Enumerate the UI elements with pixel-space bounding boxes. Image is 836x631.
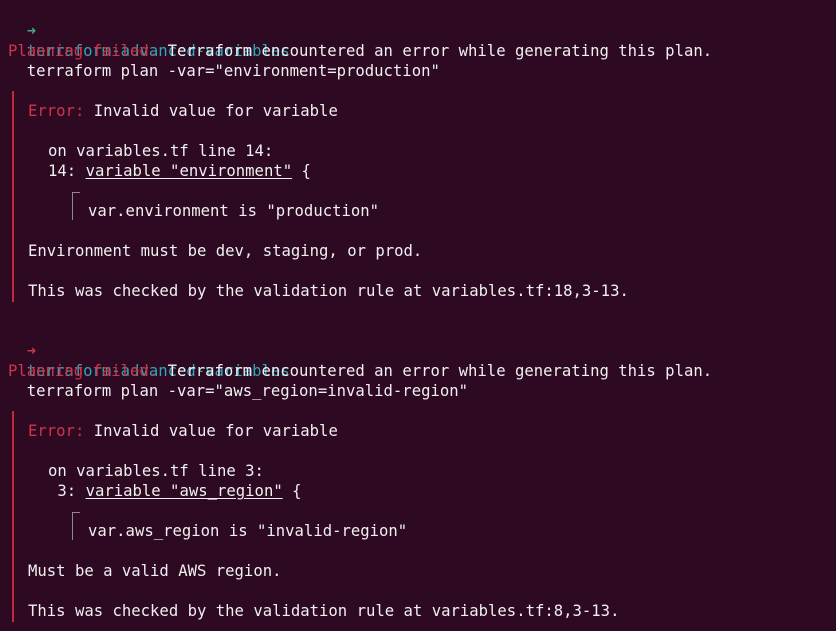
planning-failed-label: Planning failed. <box>8 362 159 380</box>
source-bracket-top <box>72 192 80 193</box>
error-header-2: Error: Invalid value for variable <box>28 421 338 441</box>
checked-rule-2: This was checked by the validation rule … <box>28 602 620 620</box>
validation-message-2: Must be a valid AWS region. <box>28 562 282 580</box>
planning-failed-message: Terraform encountered an error while gen… <box>158 362 713 380</box>
error-summary: Invalid value for variable <box>84 102 338 120</box>
value-line-1: var.environment is "production" <box>88 202 380 220</box>
planning-failed-line-1: Planning failed. Terraform encountered a… <box>8 41 712 61</box>
error-summary: Invalid value for variable <box>84 422 338 440</box>
planning-failed-label: Planning failed. <box>8 42 159 60</box>
prompt-line-2: ➜ terraform-advanced-variables terraform… <box>8 321 468 400</box>
code-declaration: variable "aws_region" <box>85 482 283 500</box>
error-header-1: Error: Invalid value for variable <box>28 101 338 121</box>
prompt-command: terraform plan -var="environment=product… <box>26 62 440 80</box>
code-rest: { <box>282 482 302 500</box>
error-location-1: on variables.tf line 14: <box>48 142 274 160</box>
code-line-2: 3: variable "aws_region" { <box>48 481 302 501</box>
planning-failed-message: Terraform encountered an error while gen… <box>158 42 713 60</box>
prompt-arrow-icon: ➜ <box>26 342 37 360</box>
line-number: 3: <box>48 482 86 500</box>
source-bracket-top <box>72 512 80 513</box>
error-block-bar <box>12 91 14 302</box>
error-block-bar <box>12 411 14 622</box>
code-line-1: 14: variable "environment" { <box>48 161 311 181</box>
code-rest: { <box>292 162 311 180</box>
error-label: Error: <box>28 422 85 440</box>
planning-failed-line-2: Planning failed. Terraform encountered a… <box>8 361 712 381</box>
error-label: Error: <box>28 102 85 120</box>
prompt-command: terraform plan -var="aws_region=invalid-… <box>26 382 469 400</box>
line-number: 14: <box>48 162 86 180</box>
code-declaration: variable "environment" <box>85 162 293 180</box>
prompt-arrow-icon: ➜ <box>26 22 37 40</box>
checked-rule-1: This was checked by the validation rule … <box>28 282 629 300</box>
error-location-2: on variables.tf line 3: <box>48 462 264 480</box>
value-line-2: var.aws_region is "invalid-region" <box>88 522 408 540</box>
source-bracket <box>72 192 73 220</box>
validation-message-1: Environment must be dev, staging, or pro… <box>28 242 423 260</box>
prompt-line-1: ➜ terraform-advanced-variables terraform… <box>8 1 440 80</box>
source-bracket <box>72 512 73 540</box>
